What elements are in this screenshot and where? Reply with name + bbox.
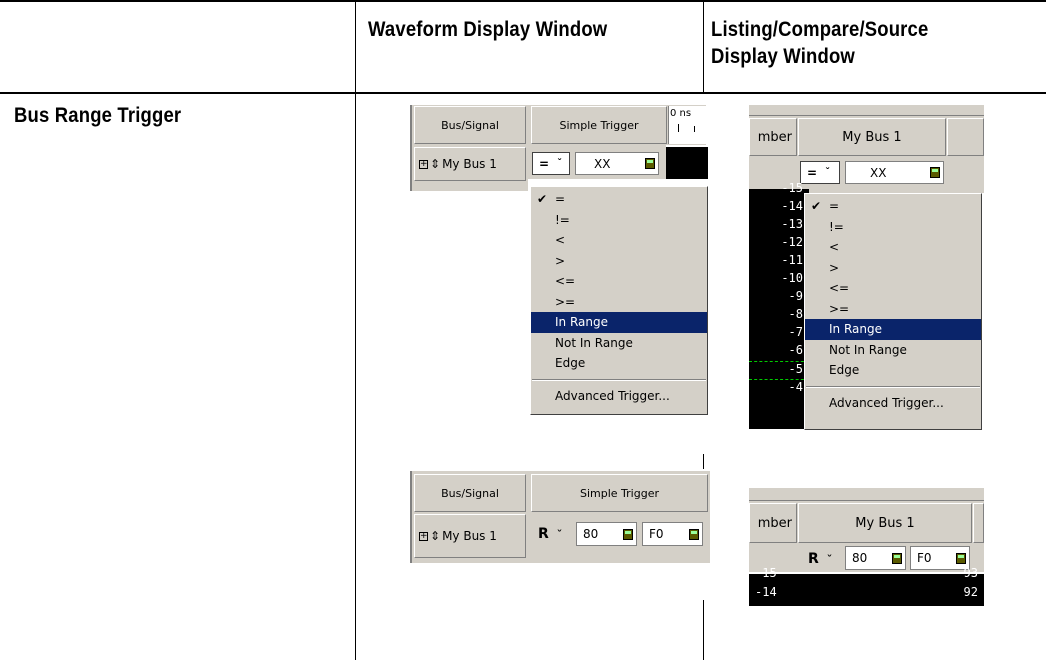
menu-item-lt[interactable]: < (531, 230, 707, 251)
expand-icon[interactable]: + (419, 531, 428, 541)
cursor-line-2 (703, 600, 704, 660)
header-waveform: Waveform Display Window (368, 18, 608, 41)
trigger-value-input[interactable]: XX (575, 152, 659, 175)
menu-item-gte[interactable]: >= (531, 292, 707, 313)
col-header-bus-signal[interactable]: Bus/Signal (414, 106, 526, 144)
menu-item-gt[interactable]: > (805, 258, 981, 279)
menu-item-edge[interactable]: Edge (805, 360, 981, 381)
trigger-marker-dashed (749, 361, 809, 362)
operator-dropdown[interactable]: = ˇ (532, 152, 570, 175)
col-header-number[interactable]: mber (749, 503, 797, 543)
menu-item-advanced-trigger[interactable]: Advanced Trigger... (531, 386, 707, 407)
table-col-divider-1 (355, 0, 356, 660)
expand-icon[interactable]: + (419, 159, 428, 169)
menu-item-not-in-range[interactable]: Not In Range (805, 340, 981, 361)
chevron-down-icon: ˇ (826, 552, 833, 566)
listing-data-rows: -15 93 -14 92 (749, 566, 984, 606)
col-header-my-bus-1[interactable]: My Bus 1 (798, 503, 972, 543)
menu-item-advanced-trigger[interactable]: Advanced Trigger... (805, 393, 981, 414)
col-header-simple-trigger[interactable]: Simple Trigger (531, 474, 708, 512)
range-high-input[interactable]: F0 (642, 522, 703, 546)
time-ruler-label: 0 ns (670, 108, 692, 119)
table-col-divider-2 (703, 0, 704, 92)
range-low-input[interactable]: 80 (576, 522, 637, 546)
chevron-down-icon: ˇ (557, 158, 563, 169)
cursor-line (703, 454, 704, 469)
bus-row-my-bus-1[interactable]: + ⇕ My Bus 1 (414, 147, 526, 181)
col-header-bus-signal[interactable]: Bus/Signal (414, 474, 526, 512)
menu-item-lte[interactable]: <= (805, 278, 981, 299)
menu-item-eq[interactable]: ✔ = (805, 196, 981, 217)
listing-number-column: -15 -14 -13 -12 -11 -10 -9 -8 -7 -6 -5 -… (749, 181, 809, 429)
calculator-icon[interactable] (645, 158, 655, 169)
bus-icon: ⇕ (430, 157, 441, 171)
listing-operator-dropdown[interactable]: = ˇ (800, 161, 840, 184)
table-top-border (0, 0, 1046, 2)
listing-operator-menu: ✔ = != < > <= >= In Range Not In Range Ed… (804, 193, 982, 430)
time-ruler-tick (678, 124, 679, 132)
listing-row: -15 93 (755, 566, 978, 580)
trigger-marker-dashed-2 (749, 379, 809, 380)
menu-item-neq[interactable]: != (805, 217, 981, 238)
operator-menu: ✔ = != < > <= >= In Range Not In Range Ed… (530, 186, 708, 415)
range-operator-dropdown[interactable]: Rˇ (532, 521, 570, 547)
menu-separator (806, 385, 980, 388)
calculator-icon[interactable] (930, 167, 940, 178)
chevron-down-icon: ˇ (825, 167, 831, 178)
bus-name: My Bus 1 (442, 157, 497, 171)
col-header-simple-trigger[interactable]: Simple Trigger (531, 106, 667, 144)
menu-item-in-range[interactable]: In Range (531, 312, 707, 333)
bus-row-my-bus-1[interactable]: + ⇕ My Bus 1 (414, 514, 526, 558)
listing-trigger-value-input[interactable]: XX (845, 161, 944, 184)
calculator-icon[interactable] (623, 528, 633, 540)
bus-name: My Bus 1 (442, 529, 497, 543)
chevron-down-icon: ˇ (556, 527, 563, 541)
col-header-my-bus-1[interactable]: My Bus 1 (798, 118, 946, 156)
calculator-icon[interactable] (689, 528, 699, 540)
menu-item-edge[interactable]: Edge (531, 353, 707, 374)
menu-item-gt[interactable]: > (531, 251, 707, 272)
row-label: Bus Range Trigger (14, 104, 182, 127)
menu-separator (532, 378, 706, 381)
menu-item-lte[interactable]: <= (531, 271, 707, 292)
menu-item-eq[interactable]: ✔ = (531, 189, 707, 210)
menu-item-neq[interactable]: != (531, 210, 707, 231)
checkmark-icon: ✔ (537, 192, 548, 206)
menu-item-in-range[interactable]: In Range (805, 319, 981, 340)
calculator-icon[interactable] (892, 552, 902, 564)
header-listing-line1: Listing/Compare/Source (711, 18, 929, 41)
col-header-number[interactable]: mber (749, 118, 797, 156)
calculator-icon[interactable] (956, 552, 966, 564)
bus-icon: ⇕ (430, 529, 441, 543)
listing-row: -14 92 (755, 585, 978, 599)
header-listing-line2: Display Window (711, 45, 855, 68)
menu-item-not-in-range[interactable]: Not In Range (531, 333, 707, 354)
table-header-divider (0, 92, 1046, 94)
menu-item-lt[interactable]: < (805, 237, 981, 258)
checkmark-icon: ✔ (811, 199, 822, 213)
waveform-area (666, 147, 708, 179)
menu-item-gte[interactable]: >= (805, 299, 981, 320)
